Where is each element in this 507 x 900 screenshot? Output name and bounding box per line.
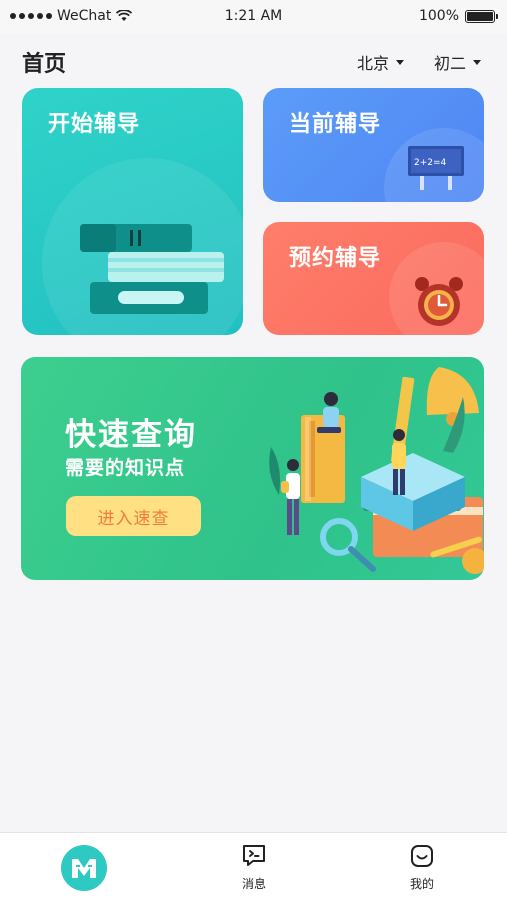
page-header: 首页 北京 初二	[0, 34, 507, 88]
profile-face-icon	[411, 845, 433, 867]
app-logo-icon	[61, 845, 107, 891]
chalkboard-icon: 2+2=4	[408, 146, 464, 190]
current-tutoring-card[interactable]: 当前辅导 2+2=4	[263, 88, 484, 202]
book-tutoring-card[interactable]: 预约辅导	[263, 222, 484, 335]
battery-icon	[465, 9, 498, 23]
enter-quick-search-button[interactable]: 进入速查	[66, 496, 201, 536]
caret-down-icon	[396, 59, 405, 65]
quick-search-banner[interactable]: 快速查询 需要的知识点 进入速查	[21, 357, 484, 580]
tab-profile-label: 我的	[409, 877, 434, 891]
grade-label: 初二	[434, 54, 467, 73]
book-tutoring-label: 预约辅导	[289, 246, 382, 271]
tab-messages[interactable]: 消息	[214, 843, 294, 892]
banner-subtitle: 需要的知识点	[65, 457, 186, 479]
svg-text:2+2=4: 2+2=4	[414, 158, 447, 168]
page-title: 首页	[22, 52, 67, 77]
tab-messages-label: 消息	[241, 877, 266, 891]
start-tutoring-card[interactable]: 开始辅导	[22, 88, 243, 335]
grade-selector[interactable]: 初二	[434, 50, 482, 74]
status-bar: WeChat 1:21 AM 100%	[0, 0, 507, 34]
status-right: 100%	[418, 8, 498, 24]
books-stack-icon	[80, 224, 224, 314]
current-tutoring-label: 当前辅导	[289, 112, 382, 137]
caret-down-icon	[473, 59, 482, 65]
tab-home[interactable]	[44, 845, 124, 891]
students-books-illustration	[269, 367, 484, 574]
bottom-tab-bar: 消息 我的	[0, 832, 507, 900]
city-label: 北京	[357, 54, 390, 73]
battery-percent: 100%	[418, 8, 459, 24]
tab-profile[interactable]: 我的	[382, 843, 462, 892]
city-selector[interactable]: 北京	[357, 50, 405, 74]
banner-title: 快速查询	[65, 417, 197, 453]
start-tutoring-label: 开始辅导	[48, 112, 141, 137]
message-icon	[243, 845, 265, 866]
alarm-clock-icon	[415, 277, 463, 326]
